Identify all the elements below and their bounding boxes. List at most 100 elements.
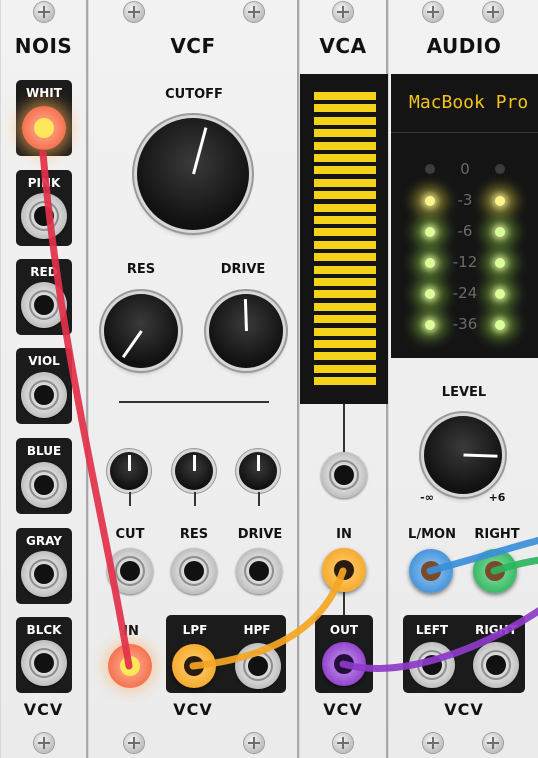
vca-in-jack-plug[interactable] xyxy=(322,548,366,592)
audio-led-off-left xyxy=(425,164,435,174)
vca-out-label: OUT xyxy=(329,623,359,637)
audio-level-min-label: -∞ xyxy=(420,491,434,504)
vcf-in-jack-plug[interactable] xyxy=(108,644,152,688)
screw-icon xyxy=(34,733,54,753)
noise-red-jack[interactable] xyxy=(21,282,67,328)
audio-left-out-jack[interactable] xyxy=(409,642,455,688)
vcf-res-cv-knob[interactable] xyxy=(175,452,213,490)
vca-meter-segment xyxy=(314,364,376,373)
audio-level-indicator xyxy=(462,453,498,458)
audio-vu-led xyxy=(495,289,505,299)
audio-vu-led xyxy=(495,196,505,206)
vcf-lpf-jack-plug[interactable] xyxy=(172,644,216,688)
vca-out-jack-plug[interactable] xyxy=(322,642,366,686)
audio-vu-led xyxy=(425,227,435,237)
noise-out-label-pink: PINK xyxy=(27,176,61,190)
vca-meter-segment xyxy=(314,340,376,348)
vca-brand-logo: VCV xyxy=(323,700,363,719)
noise-out-label-gray: GRAY xyxy=(26,534,62,548)
vcf-hpf-jack[interactable] xyxy=(235,643,281,689)
audio-db-label-6: -6 xyxy=(457,222,473,240)
noise-out-label-blck: BLCK xyxy=(26,623,62,637)
audio-right-in-jack-plug[interactable] xyxy=(473,549,517,593)
audio-db-label-36: -36 xyxy=(452,315,478,333)
vcf-drive-cv-knob[interactable] xyxy=(239,452,277,490)
audio-vu-led xyxy=(425,289,435,299)
vca-meter-segment xyxy=(314,302,376,311)
audio-in-label-lmon: L/MON xyxy=(408,527,456,542)
vca-meter-connector xyxy=(343,404,345,454)
vcf-cutoff-label: CUTOFF xyxy=(165,87,223,102)
noise-module: NOIS WHIT PINK RED VIOL BLUE GRAY BLCK V… xyxy=(0,0,88,758)
vcf-drive-cv-jack[interactable] xyxy=(236,548,282,594)
vcf-cv-tick xyxy=(129,492,131,506)
vca-meter-segment xyxy=(314,141,376,150)
vca-meter-segment xyxy=(314,104,376,113)
audio-display: MacBook Pro 0 -3 -6 -12 -24 -36 xyxy=(391,74,538,358)
vca-meter-segment xyxy=(314,191,376,200)
audio-right-out-jack[interactable] xyxy=(473,642,519,688)
vca-meter-segment xyxy=(314,265,376,274)
vcf-title: VCF xyxy=(170,34,216,58)
vca-meter-segment xyxy=(314,278,376,286)
audio-vu-led xyxy=(495,320,505,330)
audio-lmon-jack-plug[interactable] xyxy=(409,549,453,593)
noise-blue-jack[interactable] xyxy=(21,462,67,508)
vcf-drive-label: DRIVE xyxy=(220,262,266,277)
audio-device-select[interactable]: MacBook Pro xyxy=(409,92,528,113)
screw-icon xyxy=(34,2,54,22)
vcf-res-knob[interactable] xyxy=(104,294,178,368)
audio-vu-led xyxy=(425,320,435,330)
vcf-divider xyxy=(119,401,269,403)
vcf-cut-cv-knob[interactable] xyxy=(110,452,148,490)
vca-meter-segment xyxy=(314,240,376,249)
audio-db-label-3: -3 xyxy=(457,191,473,209)
noise-blck-jack[interactable] xyxy=(21,640,67,686)
vca-meter-segment xyxy=(314,166,376,175)
vca-meter-segment xyxy=(314,129,376,138)
vcf-lpf-label: LPF xyxy=(182,623,208,637)
audio-level-label: LEVEL xyxy=(441,385,487,400)
screw-icon xyxy=(423,733,443,753)
vcf-cutoff-knob[interactable] xyxy=(137,118,249,230)
audio-db-label-0: 0 xyxy=(460,160,470,178)
noise-out-label-blue: BLUE xyxy=(26,444,62,458)
audio-out-label-right: RIGHT xyxy=(475,623,517,637)
vcf-drive-knob[interactable] xyxy=(209,294,283,368)
audio-display-divider xyxy=(391,132,538,133)
audio-vu-led xyxy=(495,258,505,268)
vcf-cutoff-indicator xyxy=(191,127,207,175)
vcf-brand-logo: VCV xyxy=(173,700,213,719)
vcf-res-cv-jack[interactable] xyxy=(171,548,217,594)
vca-meter-segment xyxy=(314,178,376,187)
vcf-res-cv-indicator xyxy=(192,455,196,471)
audio-vu-led xyxy=(425,258,435,268)
noise-pink-jack[interactable] xyxy=(21,193,67,239)
noise-whit-jack-plug[interactable] xyxy=(22,106,66,150)
vca-meter-segment xyxy=(314,203,376,212)
screw-icon xyxy=(124,733,144,753)
noise-viol-jack[interactable] xyxy=(21,372,67,418)
vcf-cv-tick xyxy=(258,492,260,506)
screw-icon xyxy=(423,2,443,22)
audio-level-max-label: +6 xyxy=(488,491,506,504)
audio-level-knob[interactable] xyxy=(424,416,502,494)
audio-vu-led xyxy=(495,227,505,237)
vca-title: VCA xyxy=(319,34,367,58)
vcf-cut-cv-jack[interactable] xyxy=(107,548,153,594)
vca-meter-segment xyxy=(314,92,376,100)
vca-meter-segment xyxy=(314,290,376,299)
noise-gray-jack[interactable] xyxy=(21,551,67,597)
audio-db-label-24: -24 xyxy=(452,284,478,302)
vca-meter-segment xyxy=(314,253,376,262)
vca-meter-segment xyxy=(314,154,376,162)
vcf-res-label: RES xyxy=(126,262,156,277)
vcf-cut-cv-label: CUT xyxy=(115,527,145,542)
screw-icon xyxy=(124,2,144,22)
vcf-res-cv-label: RES xyxy=(179,527,209,542)
audio-brand-logo: VCV xyxy=(444,700,484,719)
vcf-drive-indicator xyxy=(243,298,248,332)
vca-cv-jack[interactable] xyxy=(321,452,367,498)
screw-icon xyxy=(244,2,264,22)
screw-icon xyxy=(333,2,353,22)
